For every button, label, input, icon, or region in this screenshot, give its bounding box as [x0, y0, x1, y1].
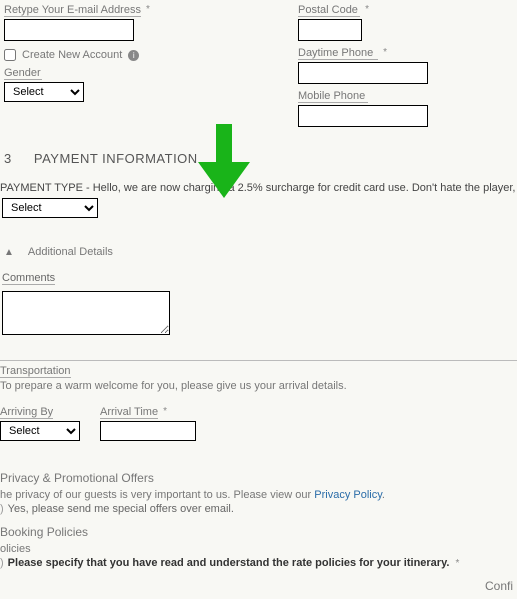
privacy-policy-link[interactable]: Privacy Policy [314, 489, 382, 501]
required-asterisk: * [383, 47, 387, 58]
arriving-by-select[interactable]: Select [0, 421, 80, 441]
transportation-label: Transportation [0, 365, 71, 378]
section-title: PAYMENT INFORMATION [34, 151, 198, 166]
postal-code-input[interactable] [298, 19, 362, 41]
privacy-text: he privacy of our guests is very importa… [0, 489, 314, 501]
payment-section-header: 3 PAYMENT INFORMATION [0, 133, 517, 174]
additional-details-toggle[interactable]: ▲ Additional Details [0, 218, 517, 266]
additional-details-label: Additional Details [28, 246, 113, 258]
caret-up-icon: ▲ [4, 247, 14, 258]
retype-email-label: Retype Your E-mail Address [4, 4, 141, 17]
comments-textarea[interactable] [2, 291, 170, 335]
payment-type-text: PAYMENT TYPE - Hello, we are now chargin… [0, 174, 517, 198]
gender-select[interactable]: Select [4, 82, 84, 102]
policy-text: Please specify that you have read and un… [8, 557, 450, 569]
section-number: 3 [4, 151, 12, 166]
arrival-time-label: Arrival Time [100, 406, 158, 419]
mobile-phone-input[interactable] [298, 105, 428, 127]
arriving-by-label: Arriving By [0, 406, 53, 419]
daytime-phone-label: Daytime Phone [298, 47, 378, 60]
required-asterisk: * [455, 558, 459, 569]
divider [0, 360, 517, 361]
required-asterisk: * [365, 4, 369, 15]
privacy-title: Privacy & Promotional Offers [0, 471, 517, 485]
required-asterisk: * [146, 4, 150, 15]
daytime-phone-input[interactable] [298, 62, 428, 84]
policy-radio-marker: ) [0, 557, 4, 569]
required-asterisk: * [163, 406, 167, 417]
confirm-button-partial[interactable]: Confi [485, 579, 513, 593]
postal-code-label: Postal Code [298, 4, 360, 17]
offers-label: Yes, please send me special offers over … [8, 503, 234, 515]
comments-label: Comments [2, 272, 55, 285]
mobile-phone-label: Mobile Phone [298, 90, 368, 103]
create-account-label: Create New Account [22, 49, 122, 61]
payment-type-select[interactable]: Select [2, 198, 98, 218]
booking-title: Booking Policies [0, 525, 517, 539]
info-icon[interactable]: i [128, 50, 139, 61]
arrival-time-input[interactable] [100, 421, 196, 441]
offers-radio-marker: ) [0, 503, 4, 515]
retype-email-input[interactable] [4, 19, 134, 41]
gender-label: Gender [4, 67, 42, 80]
create-account-checkbox[interactable] [4, 49, 16, 61]
transportation-message: To prepare a warm welcome for you, pleas… [0, 380, 517, 392]
booking-subhead: olicies [0, 543, 517, 555]
